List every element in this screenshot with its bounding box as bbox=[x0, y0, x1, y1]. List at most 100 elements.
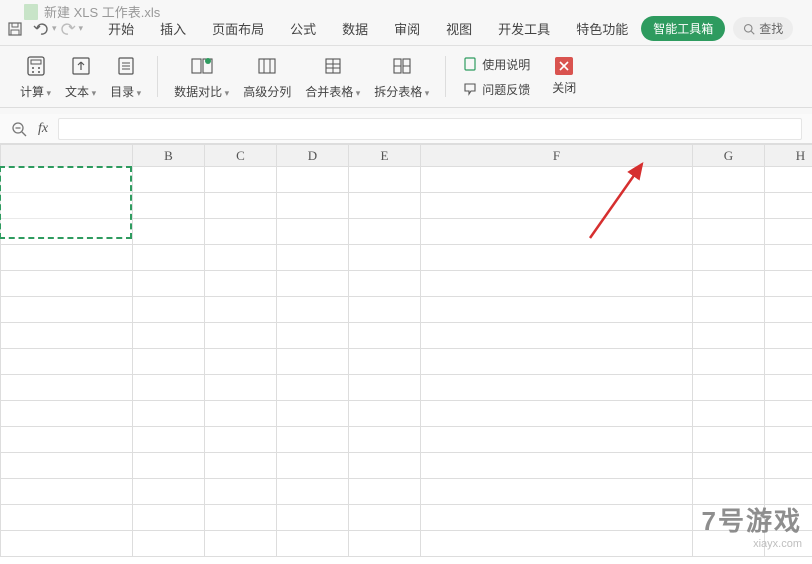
cell[interactable] bbox=[1, 453, 133, 479]
cell[interactable] bbox=[349, 271, 421, 297]
col-header-h[interactable]: H bbox=[765, 145, 812, 167]
cell[interactable] bbox=[205, 245, 277, 271]
cell[interactable] bbox=[349, 245, 421, 271]
cell[interactable] bbox=[133, 193, 205, 219]
cell[interactable] bbox=[421, 349, 693, 375]
cell[interactable] bbox=[349, 349, 421, 375]
table-row[interactable] bbox=[1, 401, 812, 427]
cell[interactable] bbox=[1, 531, 133, 557]
cell[interactable] bbox=[1, 349, 133, 375]
cell[interactable] bbox=[421, 479, 693, 505]
cell[interactable] bbox=[205, 193, 277, 219]
cell[interactable] bbox=[205, 323, 277, 349]
cell[interactable] bbox=[693, 297, 765, 323]
table-row[interactable] bbox=[1, 193, 812, 219]
cell[interactable] bbox=[133, 375, 205, 401]
cell[interactable] bbox=[277, 479, 349, 505]
cell[interactable] bbox=[1, 427, 133, 453]
menu-view[interactable]: 视图 bbox=[433, 13, 485, 44]
cell[interactable] bbox=[349, 505, 421, 531]
cell[interactable] bbox=[693, 401, 765, 427]
cell[interactable] bbox=[205, 427, 277, 453]
cell[interactable] bbox=[277, 245, 349, 271]
cell[interactable] bbox=[421, 427, 693, 453]
cell[interactable] bbox=[421, 297, 693, 323]
cell[interactable] bbox=[693, 323, 765, 349]
cell[interactable] bbox=[277, 505, 349, 531]
table-row[interactable] bbox=[1, 245, 812, 271]
table-row[interactable] bbox=[1, 505, 812, 531]
cell[interactable] bbox=[349, 531, 421, 557]
cell[interactable] bbox=[133, 245, 205, 271]
cell[interactable] bbox=[277, 193, 349, 219]
ribbon-split-col[interactable]: 高级分列 bbox=[239, 51, 295, 102]
sheet-area[interactable]: B C D E F G H 7号游戏 bbox=[0, 144, 812, 564]
cell[interactable] bbox=[205, 479, 277, 505]
cell[interactable] bbox=[421, 401, 693, 427]
cell[interactable] bbox=[1, 271, 133, 297]
cell[interactable] bbox=[765, 193, 812, 219]
file-tab[interactable]: 新建 XLS 工作表.xls bbox=[24, 2, 160, 21]
cell[interactable] bbox=[765, 531, 812, 557]
cell[interactable] bbox=[277, 271, 349, 297]
ribbon-feedback[interactable]: 问题反馈 bbox=[458, 79, 534, 100]
menu-data[interactable]: 数据 bbox=[329, 13, 381, 44]
cell[interactable] bbox=[277, 453, 349, 479]
table-row[interactable] bbox=[1, 271, 812, 297]
cell[interactable] bbox=[1, 479, 133, 505]
col-header-b[interactable]: B bbox=[133, 145, 205, 167]
cell[interactable] bbox=[133, 297, 205, 323]
cell[interactable] bbox=[205, 531, 277, 557]
cell[interactable] bbox=[765, 453, 812, 479]
cell[interactable] bbox=[765, 479, 812, 505]
cell[interactable] bbox=[693, 167, 765, 193]
ribbon-close[interactable]: 关闭 bbox=[546, 55, 582, 98]
cell[interactable] bbox=[349, 401, 421, 427]
cell[interactable] bbox=[205, 375, 277, 401]
menu-review[interactable]: 审阅 bbox=[381, 13, 433, 44]
cell[interactable] bbox=[277, 375, 349, 401]
cell[interactable] bbox=[205, 219, 277, 245]
table-row[interactable] bbox=[1, 427, 812, 453]
cell[interactable] bbox=[133, 323, 205, 349]
table-row[interactable] bbox=[1, 167, 812, 193]
cell[interactable] bbox=[349, 167, 421, 193]
cell[interactable] bbox=[133, 401, 205, 427]
cell[interactable] bbox=[277, 427, 349, 453]
cell[interactable] bbox=[349, 219, 421, 245]
cell[interactable] bbox=[765, 323, 812, 349]
cell[interactable] bbox=[133, 479, 205, 505]
cell[interactable] bbox=[133, 271, 205, 297]
cell[interactable] bbox=[693, 245, 765, 271]
cell[interactable] bbox=[1, 401, 133, 427]
cell[interactable] bbox=[205, 505, 277, 531]
menu-features[interactable]: 特色功能 bbox=[563, 13, 641, 44]
table-row[interactable] bbox=[1, 479, 812, 505]
cell[interactable] bbox=[765, 271, 812, 297]
col-header-d[interactable]: D bbox=[277, 145, 349, 167]
cell[interactable] bbox=[421, 323, 693, 349]
cell[interactable] bbox=[421, 219, 693, 245]
cell[interactable] bbox=[693, 531, 765, 557]
redo-caret[interactable]: ▾ bbox=[79, 23, 84, 34]
cell[interactable] bbox=[205, 453, 277, 479]
ribbon-toc[interactable]: 目录 bbox=[106, 51, 145, 102]
cell[interactable] bbox=[133, 219, 205, 245]
cell[interactable] bbox=[765, 375, 812, 401]
cell[interactable] bbox=[349, 323, 421, 349]
cell[interactable] bbox=[205, 271, 277, 297]
cell[interactable] bbox=[765, 297, 812, 323]
cell[interactable] bbox=[349, 479, 421, 505]
col-header-f[interactable]: F bbox=[421, 145, 693, 167]
menu-devtools[interactable]: 开发工具 bbox=[485, 13, 563, 44]
cell[interactable] bbox=[421, 245, 693, 271]
cell[interactable] bbox=[133, 453, 205, 479]
cell[interactable] bbox=[421, 505, 693, 531]
ribbon-merge[interactable]: 合并表格 bbox=[301, 51, 364, 102]
cell[interactable] bbox=[421, 453, 693, 479]
search-button[interactable]: 查找 bbox=[733, 17, 793, 40]
cell[interactable] bbox=[349, 375, 421, 401]
cell[interactable] bbox=[277, 349, 349, 375]
cell[interactable] bbox=[765, 245, 812, 271]
fx-label[interactable]: fx bbox=[38, 121, 48, 137]
